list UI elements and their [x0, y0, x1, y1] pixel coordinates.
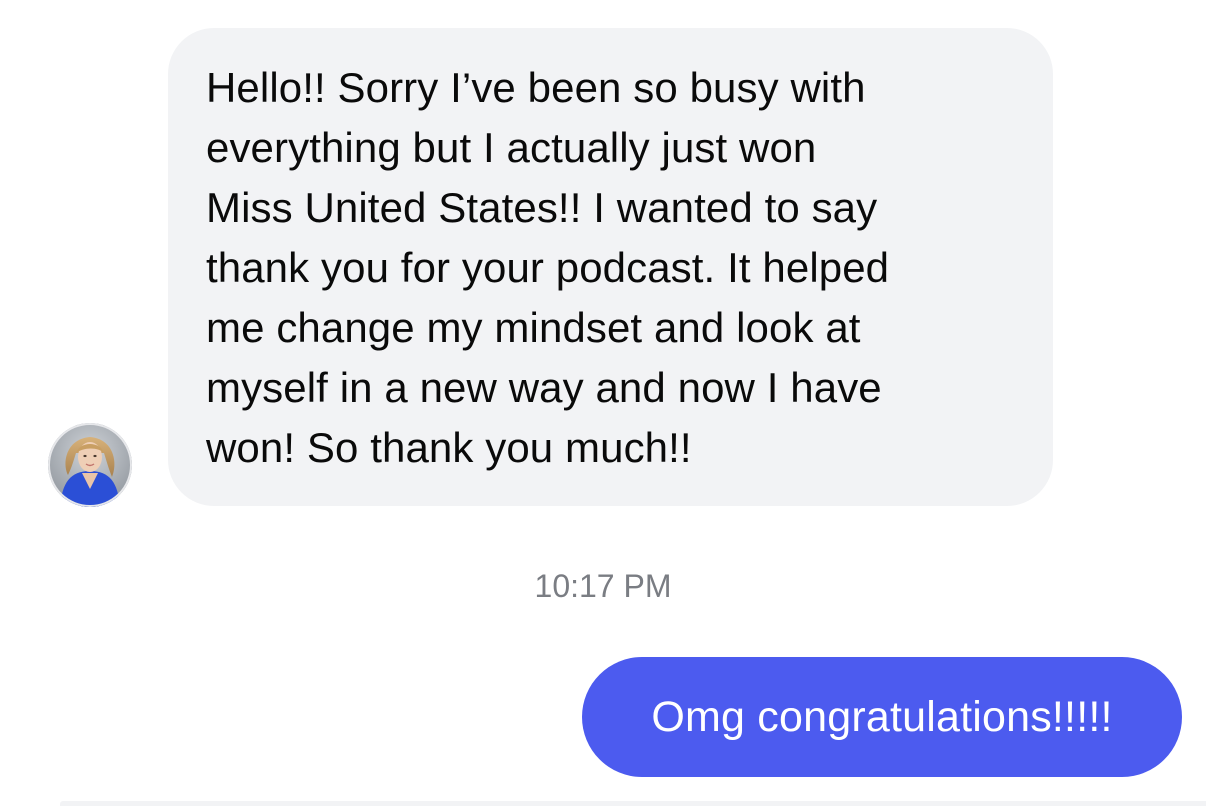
sender-avatar[interactable] — [48, 423, 132, 507]
composer-edge — [60, 801, 1206, 806]
incoming-message-text: Hello!! Sorry I’ve been so busy with eve… — [206, 64, 890, 471]
outgoing-message-text: Omg congratulations!!!!! — [651, 693, 1113, 741]
incoming-message-bubble[interactable]: Hello!! Sorry I’ve been so busy with eve… — [168, 28, 1053, 506]
message-timestamp: 10:17 PM — [534, 568, 672, 604]
profile-photo-icon — [48, 423, 132, 507]
outgoing-message-bubble[interactable]: Omg congratulations!!!!! — [582, 657, 1182, 777]
